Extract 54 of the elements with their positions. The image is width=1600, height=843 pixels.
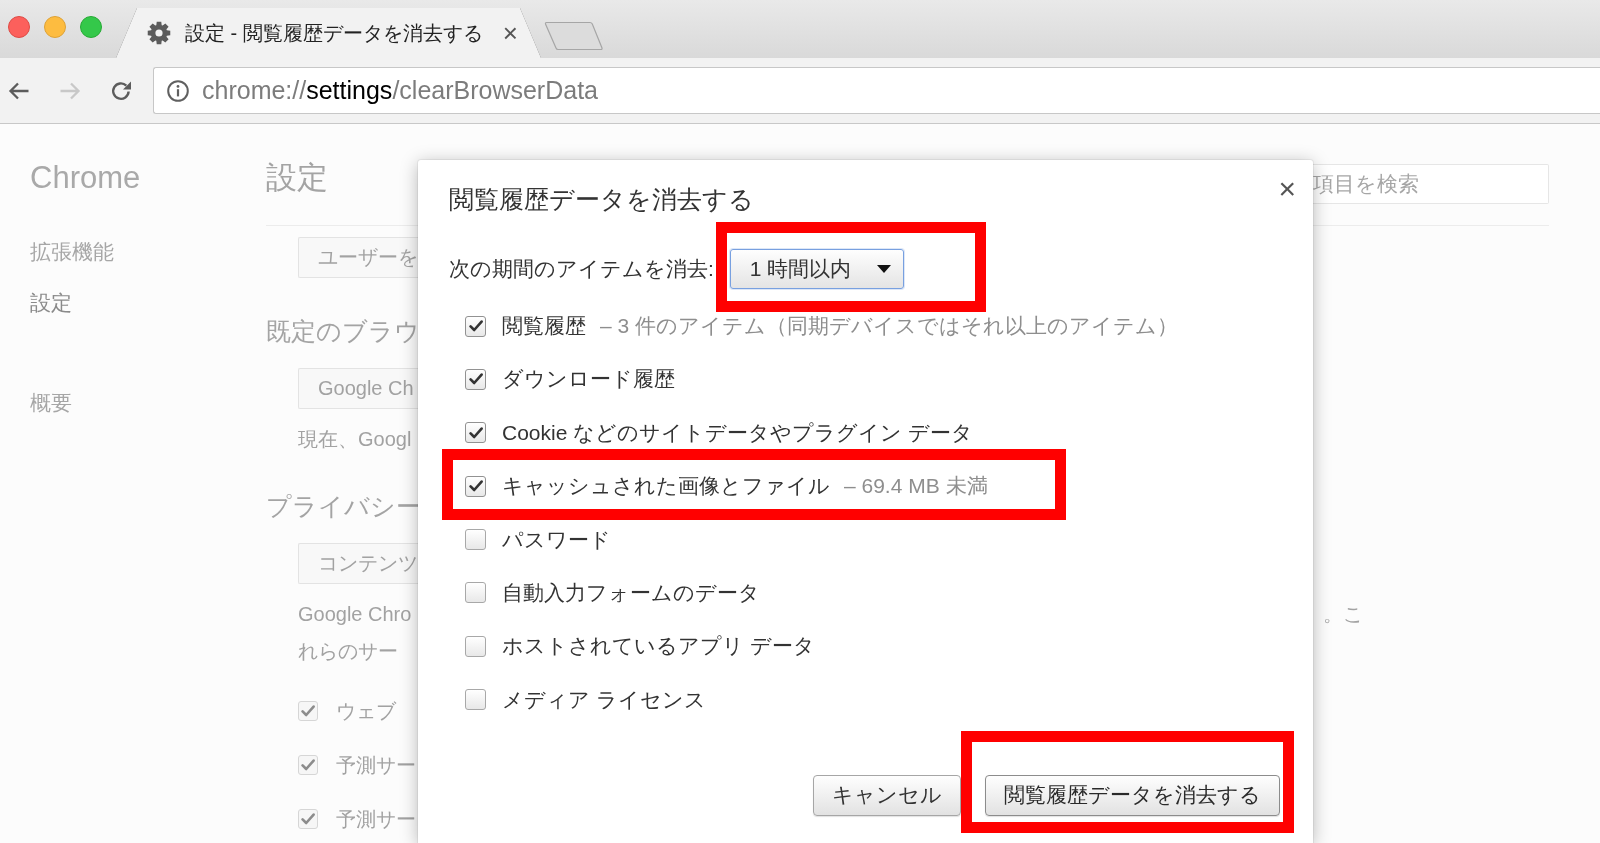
checkbox-label: 自動入力フォームのデータ	[502, 579, 760, 606]
checkbox-label: 閲覧履歴	[502, 313, 586, 339]
checkbox[interactable]	[465, 422, 486, 444]
checkmark-icon	[301, 813, 315, 825]
checkbox-label: Cookie などのサイトデータやプラグイン データ	[502, 419, 974, 446]
close-button[interactable]: ×	[1278, 174, 1296, 204]
checkbox[interactable]	[465, 368, 486, 390]
caret-icon	[876, 265, 891, 273]
minimize-button[interactable]	[44, 16, 66, 38]
search-field[interactable]: 項目を検索	[1313, 164, 1549, 204]
checkbox[interactable]	[465, 529, 486, 551]
dialog-title: 閲覧履歴データを消去する	[449, 184, 754, 215]
range-label: 次の期間のアイテムを消去:	[449, 256, 714, 282]
checkmark-icon	[301, 759, 315, 771]
description-text: 現在、Googl	[298, 427, 412, 452]
checkbox[interactable]	[465, 475, 486, 497]
brand-title: Chrome	[30, 160, 141, 196]
checkmark-icon	[468, 480, 483, 493]
tab-close-button[interactable]: ×	[502, 20, 518, 46]
checkbox[interactable]	[465, 689, 486, 711]
clear-data-button[interactable]: 閲覧履歴データを消去する	[985, 774, 1280, 816]
tab[interactable]: 設定 - 閲覧履歴データを消去する ×	[116, 8, 541, 58]
address-bar[interactable]: chrome://settings/clearBrowserData	[153, 67, 1600, 114]
page-title: 設定	[266, 159, 328, 197]
cancel-button[interactable]: キャンセル	[813, 774, 961, 816]
checkmark-icon	[468, 426, 483, 439]
description-text: 。こ	[1323, 602, 1363, 627]
checkbox-label: 予測サー	[336, 807, 416, 832]
checkbox-label: ホストされているアプリ データ	[502, 633, 815, 660]
checkbox[interactable]	[465, 582, 486, 604]
checkbox-label: メディア ライセンス	[502, 686, 706, 713]
description-text: Google Chro	[298, 602, 412, 627]
info-icon[interactable]	[167, 79, 189, 102]
checkbox-label: パスワード	[502, 526, 611, 553]
new-tab-button[interactable]	[544, 21, 604, 51]
checkmark-icon	[468, 373, 483, 386]
section-heading: プライバシー	[266, 491, 421, 522]
checkbox-label: キャッシュされた画像とファイル	[502, 473, 830, 500]
item-detail: – 69.4 MB 未満	[844, 473, 988, 500]
checkmark-icon	[301, 705, 315, 717]
checkbox[interactable]	[465, 315, 486, 337]
checkbox-label: ウェブ	[336, 699, 396, 724]
checkbox[interactable]	[465, 635, 486, 657]
close-button[interactable]	[8, 16, 30, 38]
checkmark-icon	[468, 320, 483, 332]
time-range-dropdown[interactable]: 1 時間以内	[729, 249, 904, 289]
description-text: れらのサー	[298, 639, 398, 664]
sidebar-item[interactable]: 設定	[30, 289, 72, 317]
gear-icon	[147, 21, 171, 45]
section-heading: 既定のブラウ	[266, 316, 420, 347]
item-detail: – 3 件のアイテム（同期デバイスではそれ以上のアイテム）	[600, 313, 1179, 339]
zoom-button[interactable]	[80, 16, 102, 38]
checkbox-label: ダウンロード履歴	[502, 366, 675, 393]
checkbox-label: 予測サー	[336, 753, 416, 778]
